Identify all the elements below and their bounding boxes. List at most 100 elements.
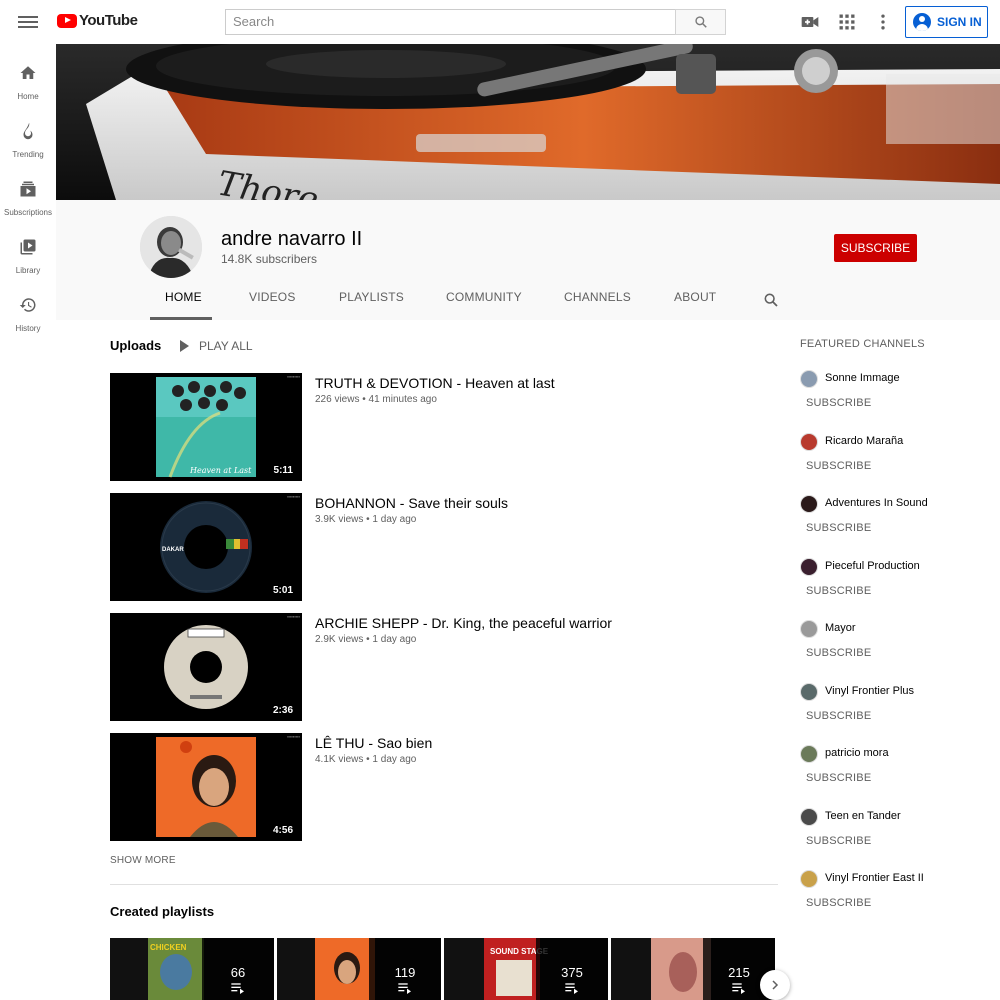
playlists-next-button[interactable] xyxy=(760,970,790,1000)
featured-channel-name[interactable]: Vinyl Frontier East II xyxy=(825,872,924,884)
youtube-logo[interactable]: YouTube xyxy=(57,12,138,29)
video-item[interactable]: DAKAR ▪▪▪▪▪▪▪▪▪ 5:01 BOHANNON - Save the… xyxy=(110,493,750,601)
logo-text: YouTube xyxy=(79,12,138,29)
featured-subscribe-button[interactable]: SUBSCRIBE xyxy=(806,522,871,534)
video-title[interactable]: TRUTH & DEVOTION - Heaven at last xyxy=(315,375,555,391)
sidebar-item-home[interactable]: Home xyxy=(0,58,56,110)
playlist-card[interactable]: SOUND STAGE 375 xyxy=(444,938,608,1000)
account-icon xyxy=(913,13,931,31)
subscribe-button[interactable]: SUBSCRIBE xyxy=(834,234,917,262)
more-vertical-icon[interactable] xyxy=(873,12,893,32)
video-age: 1 day ago xyxy=(372,634,417,645)
thumbnail-watermark: ▪▪▪▪▪▪▪▪▪ xyxy=(287,374,300,379)
playlist-icon xyxy=(565,983,578,994)
sidebar-item-library[interactable]: Library xyxy=(0,232,56,284)
tab-home[interactable]: HOME xyxy=(165,290,202,304)
sidebar-item-subscriptions[interactable]: Subscriptions xyxy=(0,174,56,226)
featured-subscribe-button[interactable]: SUBSCRIBE xyxy=(806,460,871,472)
featured-subscribe-button[interactable]: SUBSCRIBE xyxy=(806,897,871,909)
featured-subscribe-button[interactable]: SUBSCRIBE xyxy=(806,585,871,597)
youtube-channel-page: YouTube Search SIGN IN Home Trending Sub… xyxy=(0,0,1000,1000)
search-input[interactable]: Search xyxy=(225,9,676,35)
create-video-icon[interactable] xyxy=(800,12,820,32)
history-icon xyxy=(19,298,36,312)
video-duration: 5:11 xyxy=(270,464,296,477)
featured-subscribe-button[interactable]: SUBSCRIBE xyxy=(806,397,871,409)
apps-grid-icon[interactable] xyxy=(837,12,857,32)
sign-in-button[interactable]: SIGN IN xyxy=(905,6,988,38)
uploads-heading[interactable]: Uploads xyxy=(110,338,161,353)
featured-subscribe-button[interactable]: SUBSCRIBE xyxy=(806,835,871,847)
search-button[interactable] xyxy=(675,9,726,35)
featured-channel-name[interactable]: Mayor xyxy=(825,622,856,634)
tab-about[interactable]: ABOUT xyxy=(674,290,716,304)
featured-channel-item[interactable]: Pieceful Production SUBSCRIBE xyxy=(800,557,990,613)
sidebar-item-history[interactable]: History xyxy=(0,290,56,342)
featured-channel-avatar[interactable] xyxy=(800,745,818,763)
video-item[interactable]: ▪▪▪▪▪▪▪▪▪ 4:56 LÊ THU - Sao bien 4.1K vi… xyxy=(110,733,750,841)
featured-channel-avatar[interactable] xyxy=(800,807,818,826)
video-age: 41 minutes ago xyxy=(368,394,437,405)
video-title[interactable]: BOHANNON - Save their souls xyxy=(315,495,508,511)
channel-header: andre navarro II 14.8K subscribers SUBSC… xyxy=(56,200,1000,320)
featured-channel-avatar[interactable] xyxy=(800,682,818,701)
video-age: 1 day ago xyxy=(372,514,417,525)
playlist-card[interactable]: CHICKEN 66 xyxy=(110,938,274,1000)
video-views: 4.1K views xyxy=(315,754,364,765)
featured-channel-name[interactable]: patricio mora xyxy=(825,747,889,759)
section-divider xyxy=(110,884,778,885)
video-item[interactable]: ▪▪▪▪▪▪▪▪▪ 2:36 ARCHIE SHEPP - Dr. King, … xyxy=(110,613,750,721)
featured-channel-item[interactable]: Sonne Immage SUBSCRIBE xyxy=(800,370,990,425)
tab-community[interactable]: COMMUNITY xyxy=(446,290,522,304)
channel-search-icon[interactable] xyxy=(763,292,779,308)
video-item[interactable]: Heaven at Last ▪▪▪▪▪▪▪▪▪ 5:11 TRUTH & DE… xyxy=(110,373,750,481)
playlist-count: 66 xyxy=(230,965,246,980)
featured-channel-name[interactable]: Adventures In Sound xyxy=(825,497,928,509)
video-thumbnail[interactable]: DAKAR ▪▪▪▪▪▪▪▪▪ 5:01 xyxy=(110,493,302,601)
video-meta: 226 views • 41 minutes ago xyxy=(315,394,437,405)
show-more-button[interactable]: SHOW MORE xyxy=(110,855,176,866)
video-thumbnail[interactable]: Heaven at Last ▪▪▪▪▪▪▪▪▪ 5:11 xyxy=(110,373,302,481)
created-playlists-heading[interactable]: Created playlists xyxy=(110,904,214,919)
tab-videos[interactable]: VIDEOS xyxy=(249,290,296,304)
playlist-count: 375 xyxy=(561,965,583,980)
featured-channel-name[interactable]: Vinyl Frontier Plus xyxy=(825,685,914,697)
sidebar-item-trending[interactable]: Trending xyxy=(0,116,56,168)
featured-channel-item[interactable]: patricio mora SUBSCRIBE xyxy=(800,745,990,800)
svg-text:CHICKEN: CHICKEN xyxy=(150,943,187,952)
featured-channel-name[interactable]: Sonne Immage xyxy=(825,372,900,384)
featured-channel-name[interactable]: Pieceful Production xyxy=(825,560,920,572)
featured-subscribe-button[interactable]: SUBSCRIBE xyxy=(806,647,871,659)
playlist-overlay: 119 xyxy=(369,938,441,1000)
featured-subscribe-button[interactable]: SUBSCRIBE xyxy=(806,710,871,722)
play-all-button[interactable]: PLAY ALL xyxy=(180,339,253,353)
playlist-card[interactable]: 215 xyxy=(611,938,775,1000)
channel-avatar-image xyxy=(140,216,202,278)
tab-playlists[interactable]: PLAYLISTS xyxy=(339,290,404,304)
featured-channel-name[interactable]: Ricardo Maraña xyxy=(825,435,903,447)
video-title[interactable]: ARCHIE SHEPP - Dr. King, the peaceful wa… xyxy=(315,615,612,631)
home-icon xyxy=(20,66,36,79)
menu-icon[interactable] xyxy=(18,13,38,31)
featured-channel-name[interactable]: Teen en Tander xyxy=(825,810,901,822)
featured-channel-avatar[interactable] xyxy=(800,432,818,451)
featured-channel-avatar[interactable] xyxy=(800,370,818,388)
featured-channel-item[interactable]: Vinyl Frontier East II SUBSCRIBE xyxy=(800,870,990,925)
featured-channel-item[interactable]: Ricardo Maraña SUBSCRIBE xyxy=(800,432,990,488)
featured-channel-item[interactable]: Teen en Tander SUBSCRIBE xyxy=(800,807,990,863)
tab-channels[interactable]: CHANNELS xyxy=(564,290,631,304)
featured-subscribe-button[interactable]: SUBSCRIBE xyxy=(806,772,871,784)
video-thumbnail[interactable]: ▪▪▪▪▪▪▪▪▪ 2:36 xyxy=(110,613,302,721)
channel-avatar[interactable] xyxy=(140,216,202,278)
featured-channel-item[interactable]: Mayor SUBSCRIBE xyxy=(800,620,990,675)
featured-channel-avatar[interactable] xyxy=(800,495,818,513)
video-title[interactable]: LÊ THU - Sao bien xyxy=(315,735,432,751)
video-thumbnail[interactable]: ▪▪▪▪▪▪▪▪▪ 4:56 xyxy=(110,733,302,841)
featured-channel-avatar[interactable] xyxy=(800,870,818,888)
featured-channel-item[interactable]: Vinyl Frontier Plus SUBSCRIBE xyxy=(800,682,990,738)
featured-channel-avatar[interactable] xyxy=(800,557,818,576)
video-meta: 3.9K views • 1 day ago xyxy=(315,514,417,525)
featured-channel-avatar[interactable] xyxy=(800,620,818,638)
featured-channel-item[interactable]: Adventures In Sound SUBSCRIBE xyxy=(800,495,990,550)
playlist-card[interactable]: 119 xyxy=(277,938,441,1000)
